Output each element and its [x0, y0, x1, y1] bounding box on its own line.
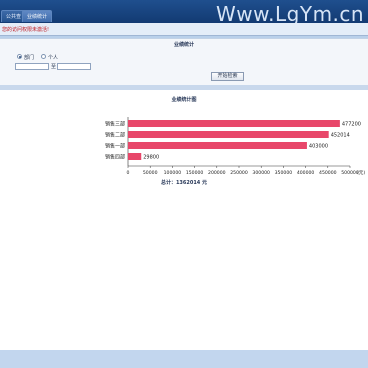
date-separator: 至 — [51, 64, 57, 70]
radio-department[interactable] — [17, 54, 22, 59]
search-panel-title: 业绩统计 — [173, 42, 194, 48]
x-tick-label: 150000 — [186, 170, 204, 176]
radio-person[interactable] — [41, 54, 46, 59]
x-tick-label: 0 — [127, 170, 130, 176]
chart-total: 总计：1362014 元 — [160, 180, 208, 186]
data-label: 452014 — [331, 133, 350, 139]
bar — [128, 120, 340, 127]
category-label: 销售二部 — [105, 132, 125, 139]
x-tick-label: 300000 — [252, 170, 270, 176]
footer-band — [0, 350, 368, 368]
category-label: 销售一部 — [105, 143, 125, 150]
data-label: 29800 — [143, 155, 159, 161]
notice-text: 您的访问权限未激活! — [2, 27, 50, 33]
x-tick-label: 450000 — [319, 170, 337, 176]
radio-person-label: 个人 — [48, 55, 59, 61]
data-label: 403000 — [309, 144, 328, 150]
tab-performance-stats[interactable]: 业绩统计 — [22, 10, 53, 22]
category-label: 销售四部 — [105, 154, 125, 161]
x-tick-label: 400000 — [297, 170, 315, 176]
date-to-input[interactable] — [57, 63, 91, 70]
start-search-button[interactable]: 开始检索 — [211, 72, 244, 81]
bar — [128, 153, 142, 160]
bar — [128, 142, 307, 149]
x-tick-label: 350000 — [275, 170, 293, 176]
x-tick-label: 100000 — [164, 170, 182, 176]
top-nav-bar: 公共查 业绩统计 Www.LgYm.cn — [0, 0, 368, 26]
notice-strip: 您的访问权限未激活! — [0, 23, 368, 36]
x-tick-label: 250000 — [230, 170, 248, 176]
x-unit-label: (元) — [357, 170, 365, 176]
x-tick-label: 50000 — [143, 170, 158, 176]
bar — [128, 131, 329, 138]
x-tick-label: 200000 — [208, 170, 226, 176]
chart-panel: 业绩统计图 销售三部 477200 销售二部 452014 销售一部 403000 销售四部… — [0, 90, 368, 350]
search-panel: 业绩统计 部门 个人 — [0, 38, 368, 86]
radio-department-label: 部门 — [24, 55, 35, 61]
date-from-input[interactable] — [15, 63, 49, 70]
data-label: 477200 — [342, 122, 361, 128]
bar-chart: 销售三部 477200 销售二部 452014 销售一部 403000 销售四部 29800 0… — [105, 117, 365, 176]
category-label: 销售三部 — [105, 121, 125, 128]
